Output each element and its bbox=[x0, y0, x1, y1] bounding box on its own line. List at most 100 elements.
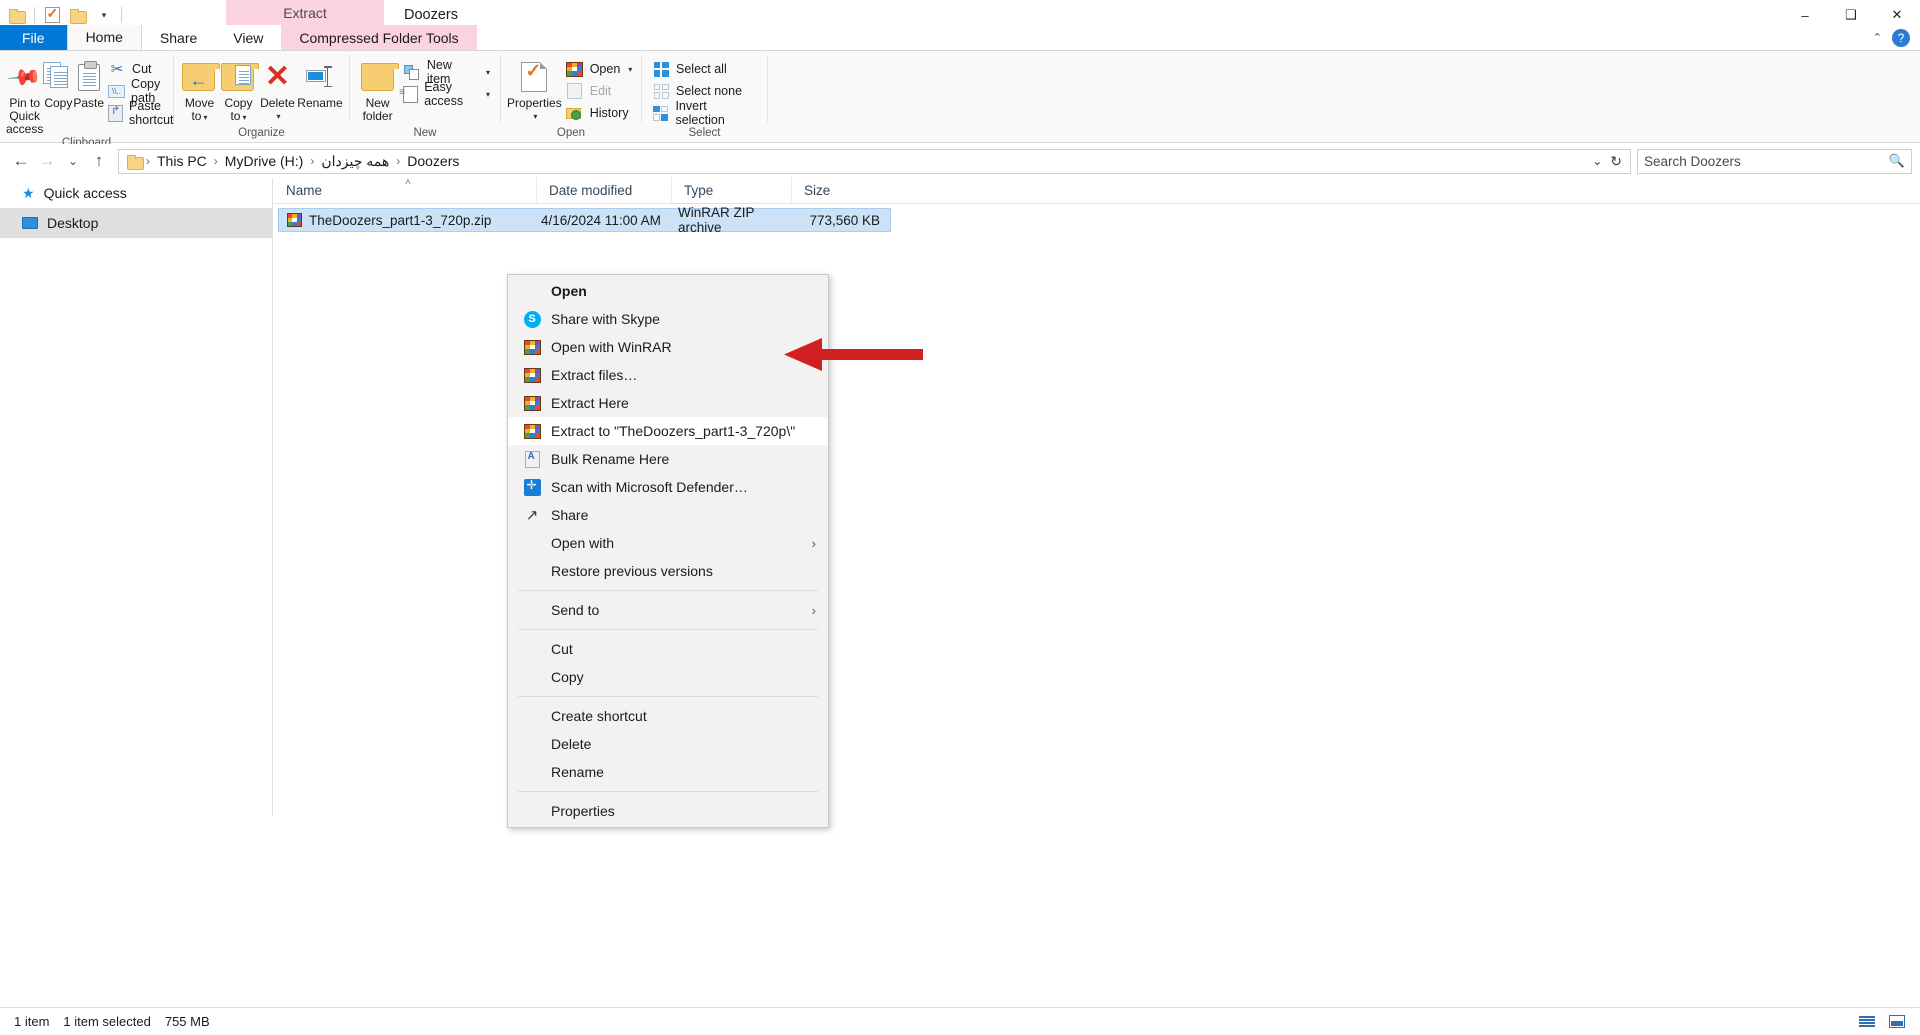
scissors-icon: ✂ bbox=[110, 61, 124, 78]
context-menu-item-open[interactable]: Open bbox=[508, 277, 828, 305]
status-bar: 1 item 1 item selected 755 MB bbox=[0, 1007, 1920, 1035]
search-box[interactable]: Search Doozers 🔍 bbox=[1637, 148, 1912, 174]
column-header-date-modified[interactable]: Date modified bbox=[536, 177, 671, 203]
tab-share[interactable]: Share bbox=[142, 25, 215, 50]
tab-file[interactable]: File bbox=[0, 25, 67, 50]
winrar-archive-icon bbox=[287, 213, 302, 227]
context-menu-item-share-with-skype[interactable]: S Share with Skype bbox=[508, 305, 828, 333]
column-header-size[interactable]: Size bbox=[791, 177, 891, 203]
move-to-button[interactable]: ← Move to ▾ bbox=[180, 56, 221, 124]
context-menu-item-copy[interactable]: Copy bbox=[508, 663, 828, 691]
context-menu-label: Share bbox=[551, 507, 589, 523]
context-menu-item-create-shortcut[interactable]: Create shortcut bbox=[508, 702, 828, 730]
paste-label: Paste bbox=[73, 96, 105, 110]
pin-to-quick-access-button[interactable]: 📌 Pin to Quick access bbox=[6, 56, 43, 136]
paste-button[interactable]: Paste bbox=[73, 56, 104, 110]
select-all-button[interactable]: Select all bbox=[648, 58, 761, 80]
delete-button[interactable]: ✕ Delete ▾ bbox=[258, 56, 297, 123]
sidebar-item-desktop[interactable]: Desktop bbox=[0, 208, 272, 238]
refresh-icon[interactable]: ↻ bbox=[1610, 153, 1622, 170]
copy-button[interactable]: Copy bbox=[43, 56, 73, 110]
collapse-ribbon-icon[interactable]: ⌃ bbox=[1873, 31, 1882, 44]
context-menu-item-send-to[interactable]: Send to › bbox=[508, 596, 828, 624]
context-menu-item-scan-with-defender[interactable]: Scan with Microsoft Defender… bbox=[508, 473, 828, 501]
chevron-down-icon: ▾ bbox=[485, 67, 490, 77]
context-menu-item-bulk-rename-here[interactable]: Bulk Rename Here bbox=[508, 445, 828, 473]
large-icons-view-button[interactable] bbox=[1884, 1011, 1910, 1033]
winrar-icon bbox=[517, 339, 547, 355]
history-button[interactable]: History bbox=[562, 102, 637, 124]
properties-button[interactable]: Properties ▾ bbox=[507, 56, 562, 123]
address-dropdown-icon[interactable]: ⌄ bbox=[1592, 154, 1602, 168]
address-path-box[interactable]: › This PC › MyDrive (H:) › همه چیزدان › … bbox=[118, 148, 1631, 174]
paste-shortcut-button[interactable]: Paste shortcut bbox=[104, 99, 180, 127]
invert-selection-button[interactable]: Invert selection bbox=[648, 99, 761, 127]
ribbon-group-label-new: New bbox=[413, 127, 437, 139]
chevron-down-icon: ▾ bbox=[276, 112, 281, 121]
forward-button[interactable]: → bbox=[34, 148, 60, 174]
status-item-count: 1 item bbox=[14, 1014, 50, 1029]
breadcrumb-item-doozers[interactable]: Doozers bbox=[401, 153, 465, 169]
easy-access-button[interactable]: Easy access ▾ bbox=[399, 80, 494, 108]
context-menu-item-cut[interactable]: Cut bbox=[508, 635, 828, 663]
column-header-type[interactable]: Type bbox=[671, 177, 791, 203]
details-view-icon bbox=[1859, 1015, 1875, 1028]
move-to-icon: ← bbox=[182, 60, 221, 94]
breadcrumb: › This PC › MyDrive (H:) › همه چیزدان › … bbox=[145, 153, 1592, 170]
copy-to-button[interactable]: Copy to ▾ bbox=[219, 56, 260, 124]
help-icon[interactable]: ? bbox=[1892, 28, 1910, 47]
copy-to-icon bbox=[221, 60, 260, 94]
annotation-arrow-icon bbox=[784, 338, 923, 371]
breadcrumb-item-mydrive[interactable]: MyDrive (H:) bbox=[219, 153, 310, 169]
context-menu-item-share[interactable]: ↗ Share bbox=[508, 501, 828, 529]
back-button[interactable]: ← bbox=[8, 148, 34, 174]
context-menu-label: Cut bbox=[551, 641, 573, 657]
open-button[interactable]: Open ▾ bbox=[562, 58, 637, 80]
tab-compressed-folder-tools[interactable]: Compressed Folder Tools bbox=[281, 25, 477, 50]
winrar-icon bbox=[517, 367, 547, 383]
context-menu-item-restore-previous-versions[interactable]: Restore previous versions bbox=[508, 557, 828, 585]
copy-to-label-line2: to ▾ bbox=[230, 109, 247, 123]
context-menu-label: Delete bbox=[551, 736, 592, 752]
context-menu-item-extract-here[interactable]: Extract Here bbox=[508, 389, 828, 417]
ribbon-group-label-select: Select bbox=[688, 127, 721, 139]
context-menu-item-rename[interactable]: Rename bbox=[508, 758, 828, 786]
rename-icon bbox=[304, 60, 336, 94]
table-row[interactable]: TheDoozers_part1-3_720p.zip 4/16/2024 11… bbox=[278, 205, 891, 235]
context-menu-label: Extract to "TheDoozers_part1-3_720p\" bbox=[551, 423, 796, 439]
column-header-name[interactable]: ˄ Name bbox=[274, 177, 536, 203]
monitor-icon bbox=[22, 217, 38, 229]
cut-label: Cut bbox=[132, 62, 152, 76]
context-menu-label: Rename bbox=[551, 764, 604, 780]
rename-button[interactable]: Rename bbox=[297, 56, 343, 110]
context-menu-label: Extract Here bbox=[551, 395, 629, 411]
contextual-tab-group-label: Extract bbox=[226, 0, 384, 25]
breadcrumb-item-persian-folder[interactable]: همه چیزدان bbox=[315, 153, 395, 170]
winrar-icon bbox=[566, 60, 584, 78]
sidebar-item-quick-access[interactable]: ★ Quick access bbox=[0, 178, 272, 208]
new-folder-label-line2: folder bbox=[362, 109, 393, 123]
share-icon: ↗ bbox=[525, 507, 539, 524]
copy-label: Copy bbox=[44, 96, 73, 110]
context-menu-item-delete[interactable]: Delete bbox=[508, 730, 828, 758]
tab-view[interactable]: View bbox=[215, 25, 281, 50]
context-menu-item-open-with[interactable]: Open with › bbox=[508, 529, 828, 557]
details-view-button[interactable] bbox=[1854, 1011, 1880, 1033]
context-menu-item-properties[interactable]: Properties bbox=[508, 797, 828, 825]
ribbon-group-label-open: Open bbox=[556, 127, 586, 139]
search-icon[interactable]: 🔍 bbox=[1889, 153, 1905, 169]
breadcrumb-item-this-pc[interactable]: This PC bbox=[151, 153, 213, 169]
ribbon-separator bbox=[767, 55, 768, 122]
properties-icon bbox=[44, 5, 60, 23]
up-button[interactable]: ↑ bbox=[86, 148, 112, 174]
search-input[interactable]: Search Doozers bbox=[1644, 154, 1741, 169]
new-folder-button[interactable]: New folder bbox=[356, 56, 399, 123]
context-menu-item-extract-to-folder[interactable]: Extract to "TheDoozers_part1-3_720p\" bbox=[508, 417, 828, 445]
open-label: Open bbox=[589, 62, 621, 76]
address-bar: ← → ⌄ ↑ › This PC › MyDrive (H:) › همه چ… bbox=[0, 144, 1920, 178]
chevron-down-icon: ▾ bbox=[101, 9, 107, 20]
tab-home[interactable]: Home bbox=[66, 25, 142, 50]
recent-locations-button[interactable]: ⌄ bbox=[60, 148, 86, 174]
folder-icon bbox=[127, 154, 144, 170]
clipboard-small-commands: ✂ Cut \\.. Copy path Paste shortcut bbox=[104, 56, 180, 127]
